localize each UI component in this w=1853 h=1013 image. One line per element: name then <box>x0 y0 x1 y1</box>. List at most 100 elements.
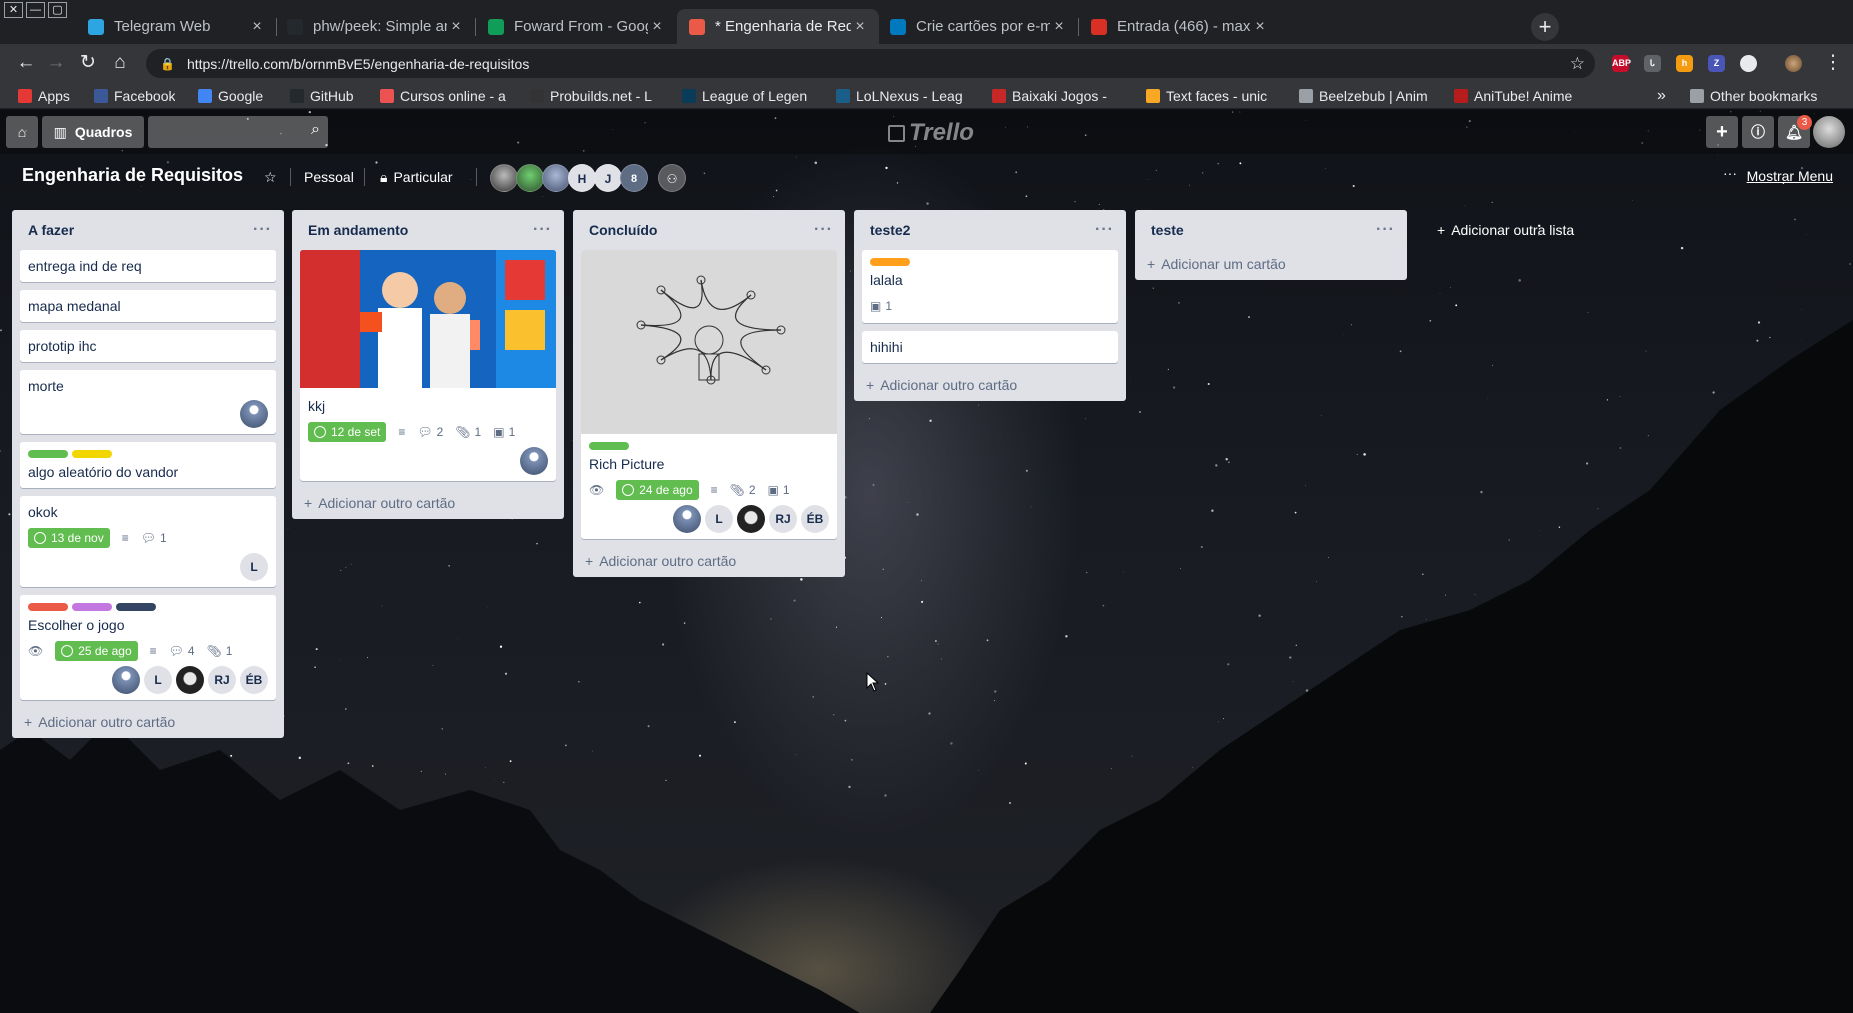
team-button[interactable]: Pessoal <box>304 165 354 189</box>
search-input[interactable]: ⌕ <box>148 116 328 148</box>
circle-icon[interactable] <box>1740 55 1757 72</box>
bookmarks-overflow-icon[interactable]: » <box>1657 87 1666 105</box>
list-title[interactable]: A fazer <box>28 222 74 238</box>
address-bar[interactable]: 🔒 https://trello.com/b/ornmBvE5/engenhar… <box>146 49 1595 78</box>
card-label[interactable] <box>72 603 112 611</box>
window-minimize-button[interactable]: — <box>26 2 45 18</box>
honey-icon[interactable]: h <box>1676 55 1693 72</box>
member-avatar[interactable] <box>240 400 268 428</box>
home-button[interactable]: ⌂ <box>6 116 38 148</box>
create-button[interactable]: + <box>1706 116 1738 148</box>
add-card-button[interactable]: + Adicionar outro cartão <box>581 547 837 569</box>
close-icon[interactable]: × <box>648 18 666 36</box>
member-avatar[interactable] <box>516 164 544 192</box>
list-menu-icon[interactable]: ··· <box>1376 221 1395 239</box>
reload-icon[interactable]: ↻ <box>76 51 100 75</box>
member-avatar[interactable]: L <box>144 666 172 694</box>
home-icon[interactable]: ⌂ <box>108 51 132 75</box>
card-label[interactable] <box>116 603 156 611</box>
close-icon[interactable]: × <box>1050 18 1068 36</box>
window-close-button[interactable]: ✕ <box>4 2 23 18</box>
card[interactable]: okok 13 de nov ≡ 💬︎ 1 L <box>20 496 276 587</box>
due-date-badge[interactable]: 13 de nov <box>28 528 110 548</box>
new-tab-button[interactable]: + <box>1531 13 1559 41</box>
member-avatar[interactable] <box>490 164 518 192</box>
add-card-button[interactable]: + Adicionar um cartão <box>1143 250 1399 272</box>
card[interactable]: hihihi <box>862 331 1118 363</box>
member-avatar[interactable]: L <box>240 553 268 581</box>
list-menu-icon[interactable]: ··· <box>253 221 272 239</box>
member-avatar[interactable] <box>112 666 140 694</box>
card[interactable]: mapa medanal <box>20 290 276 322</box>
close-icon[interactable]: × <box>447 18 465 36</box>
menu-dots-icon[interactable]: ··· <box>1723 165 1737 181</box>
member-avatar[interactable] <box>673 505 701 533</box>
add-card-button[interactable]: + Adicionar outro cartão <box>300 489 556 511</box>
show-menu-link[interactable]: Mostrar Menu <box>1747 168 1833 184</box>
bookmark-item[interactable]: Beelzebub | Anim <box>1299 87 1428 105</box>
bookmark-item[interactable]: League of Legen <box>682 87 807 105</box>
member-avatar[interactable] <box>737 505 765 533</box>
invite-member-icon[interactable]: ⚇ <box>658 164 686 192</box>
star-board-icon[interactable]: ☆ <box>264 165 277 189</box>
member-avatar[interactable] <box>542 164 570 192</box>
adblock-icon[interactable]: ABP <box>1612 55 1631 72</box>
translate-icon[interactable]: Ꮣ <box>1644 55 1661 72</box>
member-avatar[interactable]: ÉB <box>240 666 268 694</box>
menu-kebab-icon[interactable]: ⋮ <box>1821 51 1845 75</box>
browser-tab[interactable]: Foward From - Google Sh× <box>476 9 676 44</box>
board-title[interactable]: Engenharia de Requisitos <box>22 165 243 186</box>
bookmark-item[interactable]: Probuilds.net - L <box>530 87 652 105</box>
card[interactable]: Escolher o jogo 👁︎ 25 de ago ≡ 💬︎ 4 📎︎ 1 L RJ ÉB <box>20 595 276 700</box>
visibility-button[interactable]: 🔒︎ Particular <box>380 165 453 189</box>
card[interactable]: algo aleatório do vandor <box>20 442 276 488</box>
member-avatar[interactable]: L <box>705 505 733 533</box>
list-menu-icon[interactable]: ··· <box>533 221 552 239</box>
bookmark-item[interactable]: Baixaki Jogos - <box>992 87 1107 105</box>
info-icon[interactable]: ⓘ <box>1742 116 1774 148</box>
close-icon[interactable]: × <box>851 18 869 36</box>
member-avatar[interactable]: ÉB <box>801 505 829 533</box>
list-title[interactable]: Concluído <box>589 222 657 238</box>
due-date-badge[interactable]: 12 de set <box>308 422 387 442</box>
bookmark-item[interactable]: Cursos online - a <box>380 87 506 105</box>
close-icon[interactable]: × <box>1251 18 1269 36</box>
list-menu-icon[interactable]: ··· <box>1095 221 1114 239</box>
card-label[interactable] <box>72 450 112 458</box>
other-bookmarks[interactable]: Other bookmarks <box>1690 87 1817 105</box>
list-title[interactable]: teste2 <box>870 222 910 238</box>
bookmark-item[interactable]: GitHub <box>290 87 354 105</box>
trello-logo[interactable]: Trello <box>888 119 974 147</box>
bookmark-item[interactable]: LoLNexus - Leag <box>836 87 963 105</box>
member-avatar[interactable]: J <box>594 164 622 192</box>
add-list-button[interactable]: + Adicionar outra lista <box>1425 210 1625 250</box>
card[interactable]: prototip ihc <box>20 330 276 362</box>
close-icon[interactable]: × <box>248 18 266 36</box>
card-label[interactable] <box>589 442 629 450</box>
z-icon[interactable]: Z <box>1708 55 1725 72</box>
browser-tab[interactable]: * Engenharia de Requisito× <box>677 9 879 44</box>
bookmark-item[interactable]: Text faces - unic <box>1146 87 1267 105</box>
profile-icon[interactable] <box>1785 55 1802 72</box>
card-label[interactable] <box>28 450 68 458</box>
list-title[interactable]: teste <box>1151 222 1184 238</box>
member-avatar[interactable] <box>176 666 204 694</box>
card[interactable]: morte <box>20 370 276 434</box>
card[interactable]: lalala ▣ 1 <box>862 250 1118 323</box>
add-card-button[interactable]: + Adicionar outro cartão <box>20 708 276 730</box>
browser-tab[interactable]: phw/peek: Simple animat× <box>275 9 475 44</box>
bookmark-star-icon[interactable]: ☆ <box>1570 54 1585 74</box>
forward-icon[interactable]: → <box>44 51 68 75</box>
browser-tab[interactable]: Telegram Web × <box>76 9 276 44</box>
member-avatar[interactable]: RJ <box>208 666 236 694</box>
list-title[interactable]: Em andamento <box>308 222 408 238</box>
bookmark-item[interactable]: Google <box>198 87 263 105</box>
card[interactable]: Rich Picture 👁︎ 24 de ago ≡ 📎︎ 2 ▣ 1 L RJ ÉB <box>581 250 837 539</box>
browser-tab[interactable]: Crie cartões por e-mail× <box>878 9 1078 44</box>
card-label[interactable] <box>28 603 68 611</box>
search-icon[interactable]: ⌕ <box>311 121 320 139</box>
member-count-badge[interactable]: 8 <box>620 164 648 192</box>
add-card-button[interactable]: + Adicionar outro cartão <box>862 371 1118 393</box>
bookmark-item[interactable]: Facebook <box>94 87 175 105</box>
bookmark-item[interactable]: Apps <box>18 87 70 105</box>
